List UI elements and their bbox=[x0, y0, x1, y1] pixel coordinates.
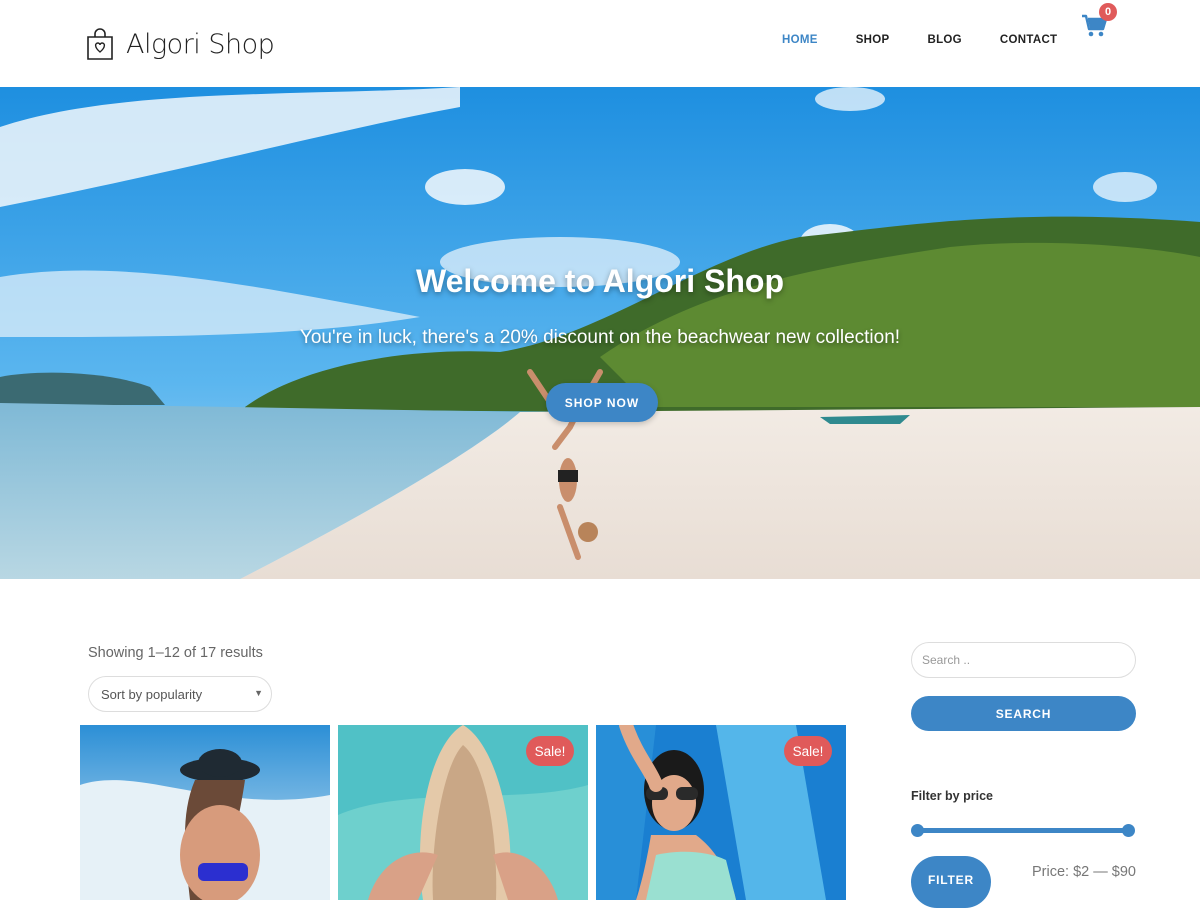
nav-home[interactable]: HOME bbox=[782, 34, 818, 46]
sale-badge: Sale! bbox=[784, 736, 832, 766]
cart-button[interactable]: 0 bbox=[1082, 3, 1117, 40]
price-slider-max-handle[interactable] bbox=[1122, 824, 1135, 837]
results-count: Showing 1–12 of 17 results bbox=[88, 645, 263, 661]
nav-contact[interactable]: CONTACT bbox=[1000, 34, 1057, 46]
search-button[interactable]: SEARCH bbox=[911, 696, 1136, 731]
main-nav: HOME SHOP BLOG CONTACT bbox=[782, 34, 1095, 46]
price-slider-min-handle[interactable] bbox=[911, 824, 924, 837]
logo-text: Algori Shop bbox=[126, 28, 275, 60]
price-slider-track[interactable] bbox=[917, 828, 1129, 833]
hero-title: Welcome to Algori Shop bbox=[415, 263, 784, 299]
caret-down-icon: ▼ bbox=[254, 688, 263, 698]
product-card[interactable]: Sale! bbox=[338, 725, 588, 900]
product-card[interactable] bbox=[80, 725, 330, 900]
product-card[interactable]: Sale! bbox=[596, 725, 846, 900]
search-placeholder: Search .. bbox=[922, 653, 971, 667]
site-header: Algori Shop HOME SHOP BLOG CONTACT 0 bbox=[0, 0, 1200, 87]
search-input[interactable]: Search .. bbox=[911, 642, 1136, 678]
cart-count-badge: 0 bbox=[1099, 3, 1117, 21]
sale-badge: Sale! bbox=[526, 736, 574, 766]
filter-by-price-title: Filter by price bbox=[911, 789, 993, 803]
hero-banner: Welcome to Algori Shop You're in luck, t… bbox=[0, 87, 1200, 579]
nav-blog[interactable]: BLOG bbox=[928, 34, 962, 46]
sort-selected-value: Sort by popularity bbox=[101, 686, 203, 702]
shopping-bag-icon bbox=[87, 28, 113, 60]
product-image bbox=[80, 725, 330, 900]
sort-select[interactable]: Sort by popularity ▼ bbox=[88, 676, 272, 712]
nav-shop[interactable]: SHOP bbox=[856, 34, 890, 46]
price-range-label: Price: $2 — $90 bbox=[1032, 864, 1136, 880]
site-logo[interactable]: Algori Shop bbox=[84, 26, 275, 62]
filter-button[interactable]: FILTER bbox=[911, 856, 991, 908]
shop-now-button[interactable]: SHOP NOW bbox=[546, 383, 658, 422]
hero-subtitle: You're in luck, there's a 20% discount o… bbox=[299, 327, 901, 348]
